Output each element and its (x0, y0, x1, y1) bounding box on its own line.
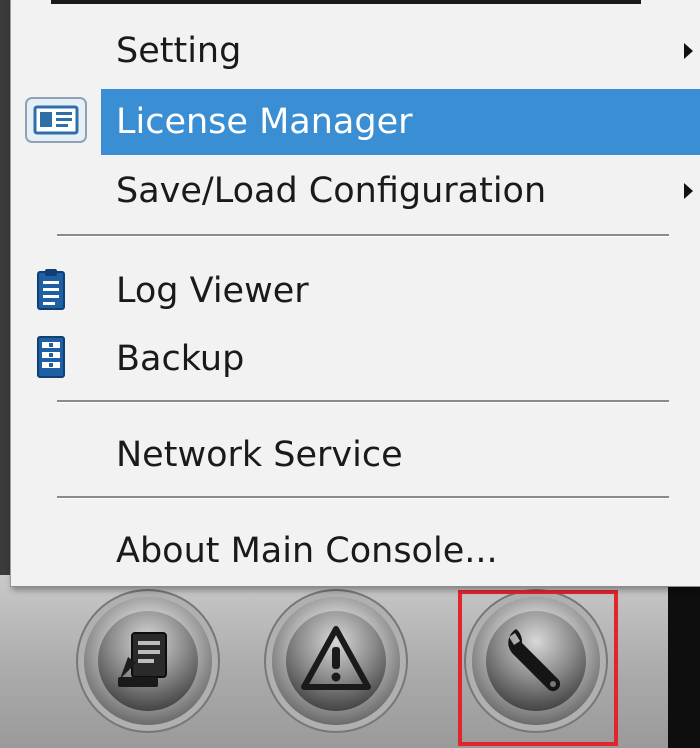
menu-item-backup[interactable]: Backup (11, 326, 700, 392)
menu-separator (57, 400, 669, 403)
warning-icon (298, 621, 374, 701)
menu-item-label: Setting (116, 31, 242, 71)
highlight-box (458, 590, 618, 746)
menu-item-network-service[interactable]: Network Service (11, 422, 700, 488)
menu-item-label: Backup (116, 339, 245, 379)
menu-item-label: License Manager (116, 102, 413, 142)
menu-item-label: Log Viewer (116, 271, 309, 311)
context-menu: Setting License Manager Save/Load Config… (10, 0, 700, 587)
menu-separator (57, 234, 669, 237)
backup-icon (37, 336, 65, 382)
menu-item-save-load-configuration[interactable]: Save/Load Configuration (11, 158, 700, 224)
clipboard-log-icon (37, 268, 65, 314)
event-editor-button[interactable] (84, 597, 212, 725)
submenu-arrow-icon (684, 43, 693, 59)
menu-separator (57, 496, 669, 499)
license-card-icon (25, 97, 87, 147)
menu-item-setting[interactable]: Setting (11, 18, 700, 84)
edit-document-icon (110, 621, 186, 701)
menu-item-log-viewer[interactable]: Log Viewer (11, 258, 700, 324)
submenu-arrow-icon (684, 183, 693, 199)
menu-item-label: Network Service (116, 435, 403, 475)
alert-button[interactable] (272, 597, 400, 725)
menu-item-about-main-console[interactable]: About Main Console... (11, 518, 700, 584)
menu-item-label: Save/Load Configuration (116, 171, 547, 211)
menu-item-license-manager[interactable]: License Manager (11, 89, 700, 155)
taskbar (0, 575, 668, 748)
menu-top-border (51, 0, 641, 4)
background-window-edge (668, 575, 700, 748)
menu-item-label: About Main Console... (116, 531, 498, 571)
